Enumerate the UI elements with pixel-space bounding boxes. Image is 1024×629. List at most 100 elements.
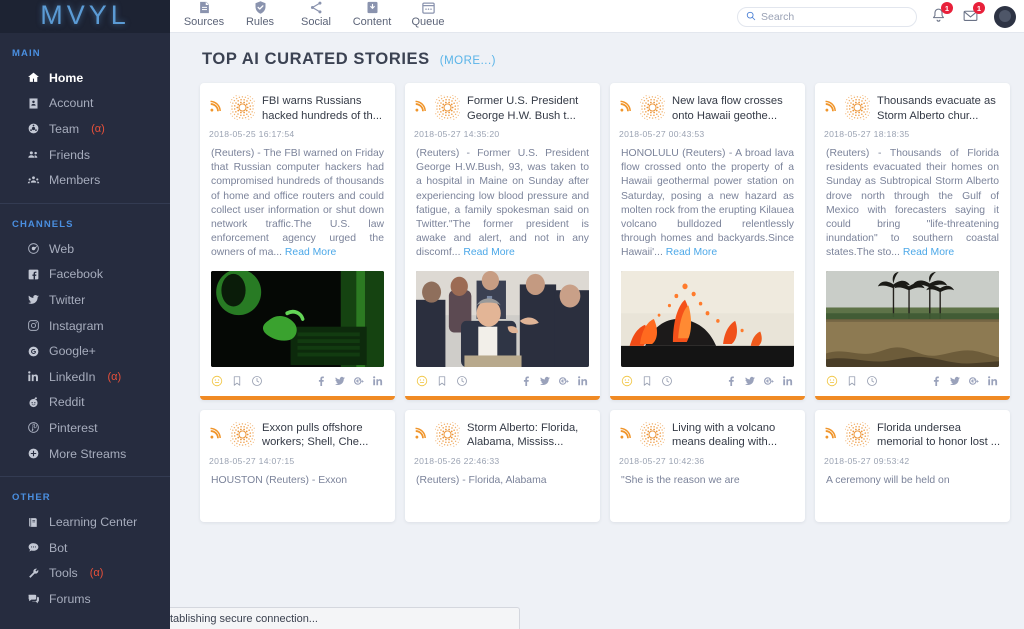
topnav-item-social[interactable]: Social xyxy=(288,0,344,32)
read-more-link[interactable]: Read More xyxy=(666,247,717,258)
twitter-share-icon[interactable] xyxy=(334,375,346,387)
smiley-icon[interactable] xyxy=(826,375,838,387)
card-header: FBI warns Russians hacked hundreds of th… xyxy=(200,83,395,125)
linkedin-share-icon[interactable] xyxy=(782,375,794,387)
sidebar-item-web[interactable]: Web xyxy=(0,236,170,262)
smiley-icon[interactable] xyxy=(621,375,633,387)
card-title[interactable]: New lava flow crosses onto Hawaii geothe… xyxy=(672,93,796,123)
bookmark-icon[interactable] xyxy=(231,375,243,387)
sidebar-item-home[interactable]: Home xyxy=(0,65,170,91)
sidebar-item-team[interactable]: Team(α) xyxy=(0,116,170,142)
sidebar-item-facebook[interactable]: Facebook xyxy=(0,262,170,288)
plus-circle-icon xyxy=(27,447,40,460)
avatar[interactable] xyxy=(994,6,1016,28)
linkedin-share-icon[interactable] xyxy=(577,375,589,387)
read-more-link[interactable]: Read More xyxy=(463,247,514,258)
facebook-share-icon[interactable] xyxy=(520,375,532,387)
card-title[interactable]: Storm Alberto: Florida, Alabama, Mississ… xyxy=(467,420,591,450)
sidebar-item-tools[interactable]: Tools(α) xyxy=(0,561,170,587)
topnav-item-queue[interactable]: Queue xyxy=(400,0,456,32)
brand-logo[interactable]: MVYL xyxy=(0,0,170,33)
twitter-share-icon[interactable] xyxy=(949,375,961,387)
story-card[interactable]: Florida undersea memorial to honor lost … xyxy=(815,410,1010,522)
card-title[interactable]: Thousands evacuate as Storm Alberto chur… xyxy=(877,93,1001,123)
clock-icon[interactable] xyxy=(661,375,673,387)
topnav-item-sources[interactable]: Sources xyxy=(176,0,232,32)
sidebar-item-label: More Streams xyxy=(49,447,126,461)
sidebar-item-label: Friends xyxy=(49,148,90,162)
messages-button[interactable]: 1 xyxy=(962,7,981,26)
sidebar-item-account[interactable]: Account xyxy=(0,91,170,117)
googleplus-share-icon[interactable] xyxy=(353,375,365,387)
sidebar-item-reddit[interactable]: Reddit xyxy=(0,390,170,416)
search-input[interactable] xyxy=(761,11,901,23)
sidebar-item-more-streams[interactable]: More Streams xyxy=(0,441,170,467)
sidebar-item-twitter[interactable]: Twitter xyxy=(0,287,170,313)
more-link[interactable]: (MORE...) xyxy=(440,55,496,67)
topnav-item-content[interactable]: Content xyxy=(344,0,400,32)
topnav-item-rules[interactable]: Rules xyxy=(232,0,288,32)
read-more-link[interactable]: Read More xyxy=(285,247,336,258)
story-card[interactable]: Storm Alberto: Florida, Alabama, Mississ… xyxy=(405,410,600,522)
clock-icon[interactable] xyxy=(251,375,263,387)
sidebar-item-bot[interactable]: Bot xyxy=(0,535,170,561)
sidebar-item-forums[interactable]: Forums xyxy=(0,586,170,612)
reddit-icon xyxy=(27,396,40,409)
sidebar-item-linkedin[interactable]: LinkedIn(α) xyxy=(0,364,170,390)
story-card[interactable]: FBI warns Russians hacked hundreds of th… xyxy=(200,83,395,400)
twitter-icon xyxy=(27,293,40,306)
story-card[interactable]: Living with a volcano means dealing with… xyxy=(610,410,805,522)
googleplus-share-icon[interactable] xyxy=(763,375,775,387)
twitter-share-icon[interactable] xyxy=(744,375,756,387)
sidebar-item-pinterest[interactable]: Pinterest xyxy=(0,415,170,441)
story-card[interactable]: New lava flow crosses onto Hawaii geothe… xyxy=(610,83,805,400)
notifications-bell-button[interactable]: 1 xyxy=(930,7,949,26)
card-image xyxy=(211,271,384,367)
clock-icon[interactable] xyxy=(456,375,468,387)
smiley-icon xyxy=(211,375,223,387)
smiley-icon xyxy=(416,375,428,387)
facebook-share-icon xyxy=(930,375,942,387)
facebook-share-icon[interactable] xyxy=(725,375,737,387)
friends-icon xyxy=(26,148,40,162)
members-icon xyxy=(27,174,40,187)
card-title[interactable]: FBI warns Russians hacked hundreds of th… xyxy=(262,93,386,123)
story-card[interactable]: Former U.S. President George H.W. Bush t… xyxy=(405,83,600,400)
instagram-icon xyxy=(26,319,40,333)
smiley-icon[interactable] xyxy=(416,375,428,387)
story-card[interactable]: Exxon pulls offshore workers; Shell, Che… xyxy=(200,410,395,522)
read-more-link[interactable]: Read More xyxy=(903,247,954,258)
twitter-share-icon[interactable] xyxy=(539,375,551,387)
sidebar-item-instagram[interactable]: Instagram xyxy=(0,313,170,339)
clock-icon[interactable] xyxy=(866,375,878,387)
search-box[interactable] xyxy=(737,7,917,27)
card-date: 2018-05-27 00:43:53 xyxy=(610,125,805,139)
sidebar-item-learning-center[interactable]: Learning Center xyxy=(0,509,170,535)
bell-badge: 1 xyxy=(941,2,953,14)
smiley-icon[interactable] xyxy=(211,375,223,387)
googleplus-share-icon[interactable] xyxy=(968,375,980,387)
sidebar-item-google-[interactable]: Google+ xyxy=(0,338,170,364)
linkedin-share-icon[interactable] xyxy=(987,375,999,387)
sidebar-group-main: MAINHomeAccountTeam(α)FriendsMembers xyxy=(0,33,170,204)
sidebar-item-friends[interactable]: Friends xyxy=(0,142,170,168)
facebook-share-icon xyxy=(315,375,327,387)
facebook-share-icon[interactable] xyxy=(930,375,942,387)
bookmark-icon[interactable] xyxy=(436,375,448,387)
card-footer xyxy=(405,367,600,396)
googleplus-share-icon[interactable] xyxy=(558,375,570,387)
main-area: SourcesRulesSocialContentQueue 1 1 xyxy=(170,0,1024,629)
sidebar: MVYL MAINHomeAccountTeam(α)FriendsMember… xyxy=(0,0,170,629)
bookmark-icon[interactable] xyxy=(641,375,653,387)
story-card[interactable]: Thousands evacuate as Storm Alberto chur… xyxy=(815,83,1010,400)
sidebar-group-title: CHANNELS xyxy=(0,213,170,236)
facebook-share-icon[interactable] xyxy=(315,375,327,387)
card-title[interactable]: Living with a volcano means dealing with… xyxy=(672,420,796,450)
sidebar-item-members[interactable]: Members xyxy=(0,167,170,193)
linkedin-share-icon[interactable] xyxy=(372,375,384,387)
card-title[interactable]: Florida undersea memorial to honor lost … xyxy=(877,420,1001,450)
card-title[interactable]: Former U.S. President George H.W. Bush t… xyxy=(467,93,591,123)
card-title[interactable]: Exxon pulls offshore workers; Shell, Che… xyxy=(262,420,386,450)
card-image xyxy=(826,271,999,367)
bookmark-icon[interactable] xyxy=(846,375,858,387)
